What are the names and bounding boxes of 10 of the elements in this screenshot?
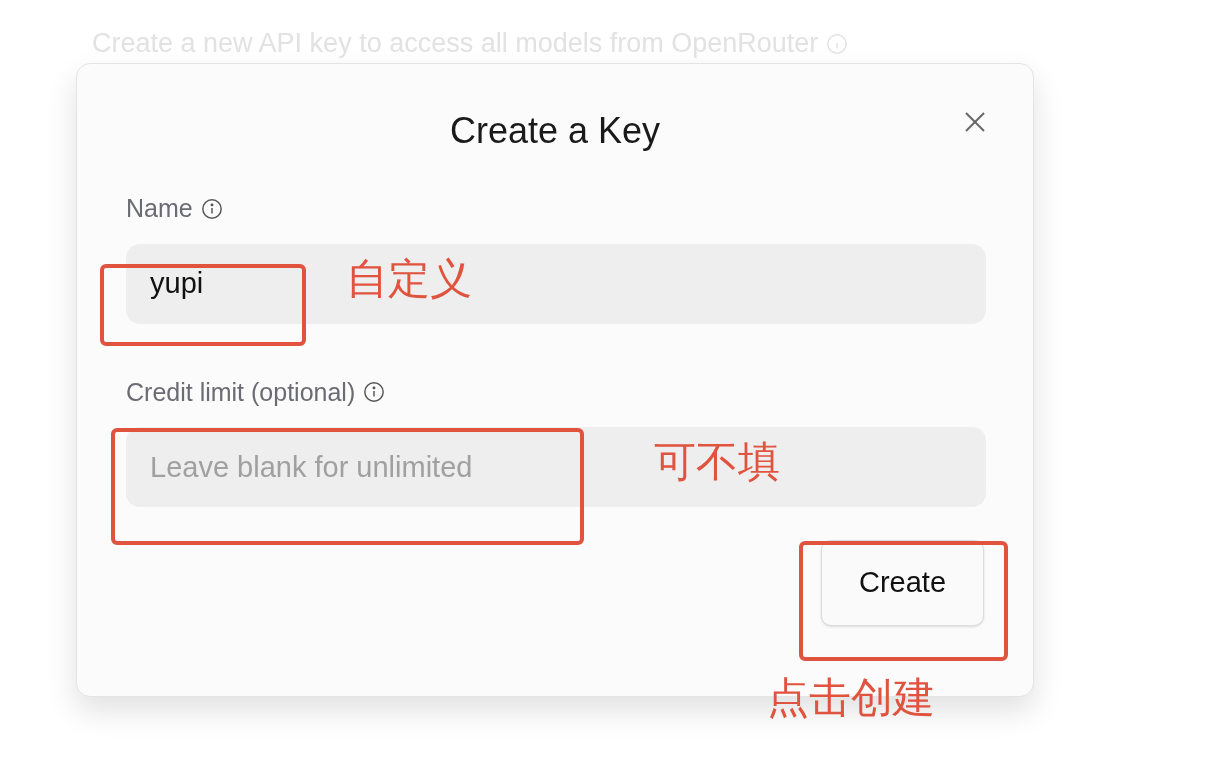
info-icon xyxy=(363,381,386,404)
info-icon xyxy=(826,32,849,55)
annotation-text: 可不填 xyxy=(654,441,780,483)
field-label: Credit limit (optional) xyxy=(126,376,356,408)
annotation-text: 点击创建 xyxy=(767,677,935,719)
dialog-title: Create a Key xyxy=(449,109,661,153)
create-button[interactable]: Create xyxy=(821,540,984,626)
info-icon xyxy=(200,197,223,220)
annotation-text: 自定义 xyxy=(346,258,472,300)
field-label: Name xyxy=(126,193,193,224)
